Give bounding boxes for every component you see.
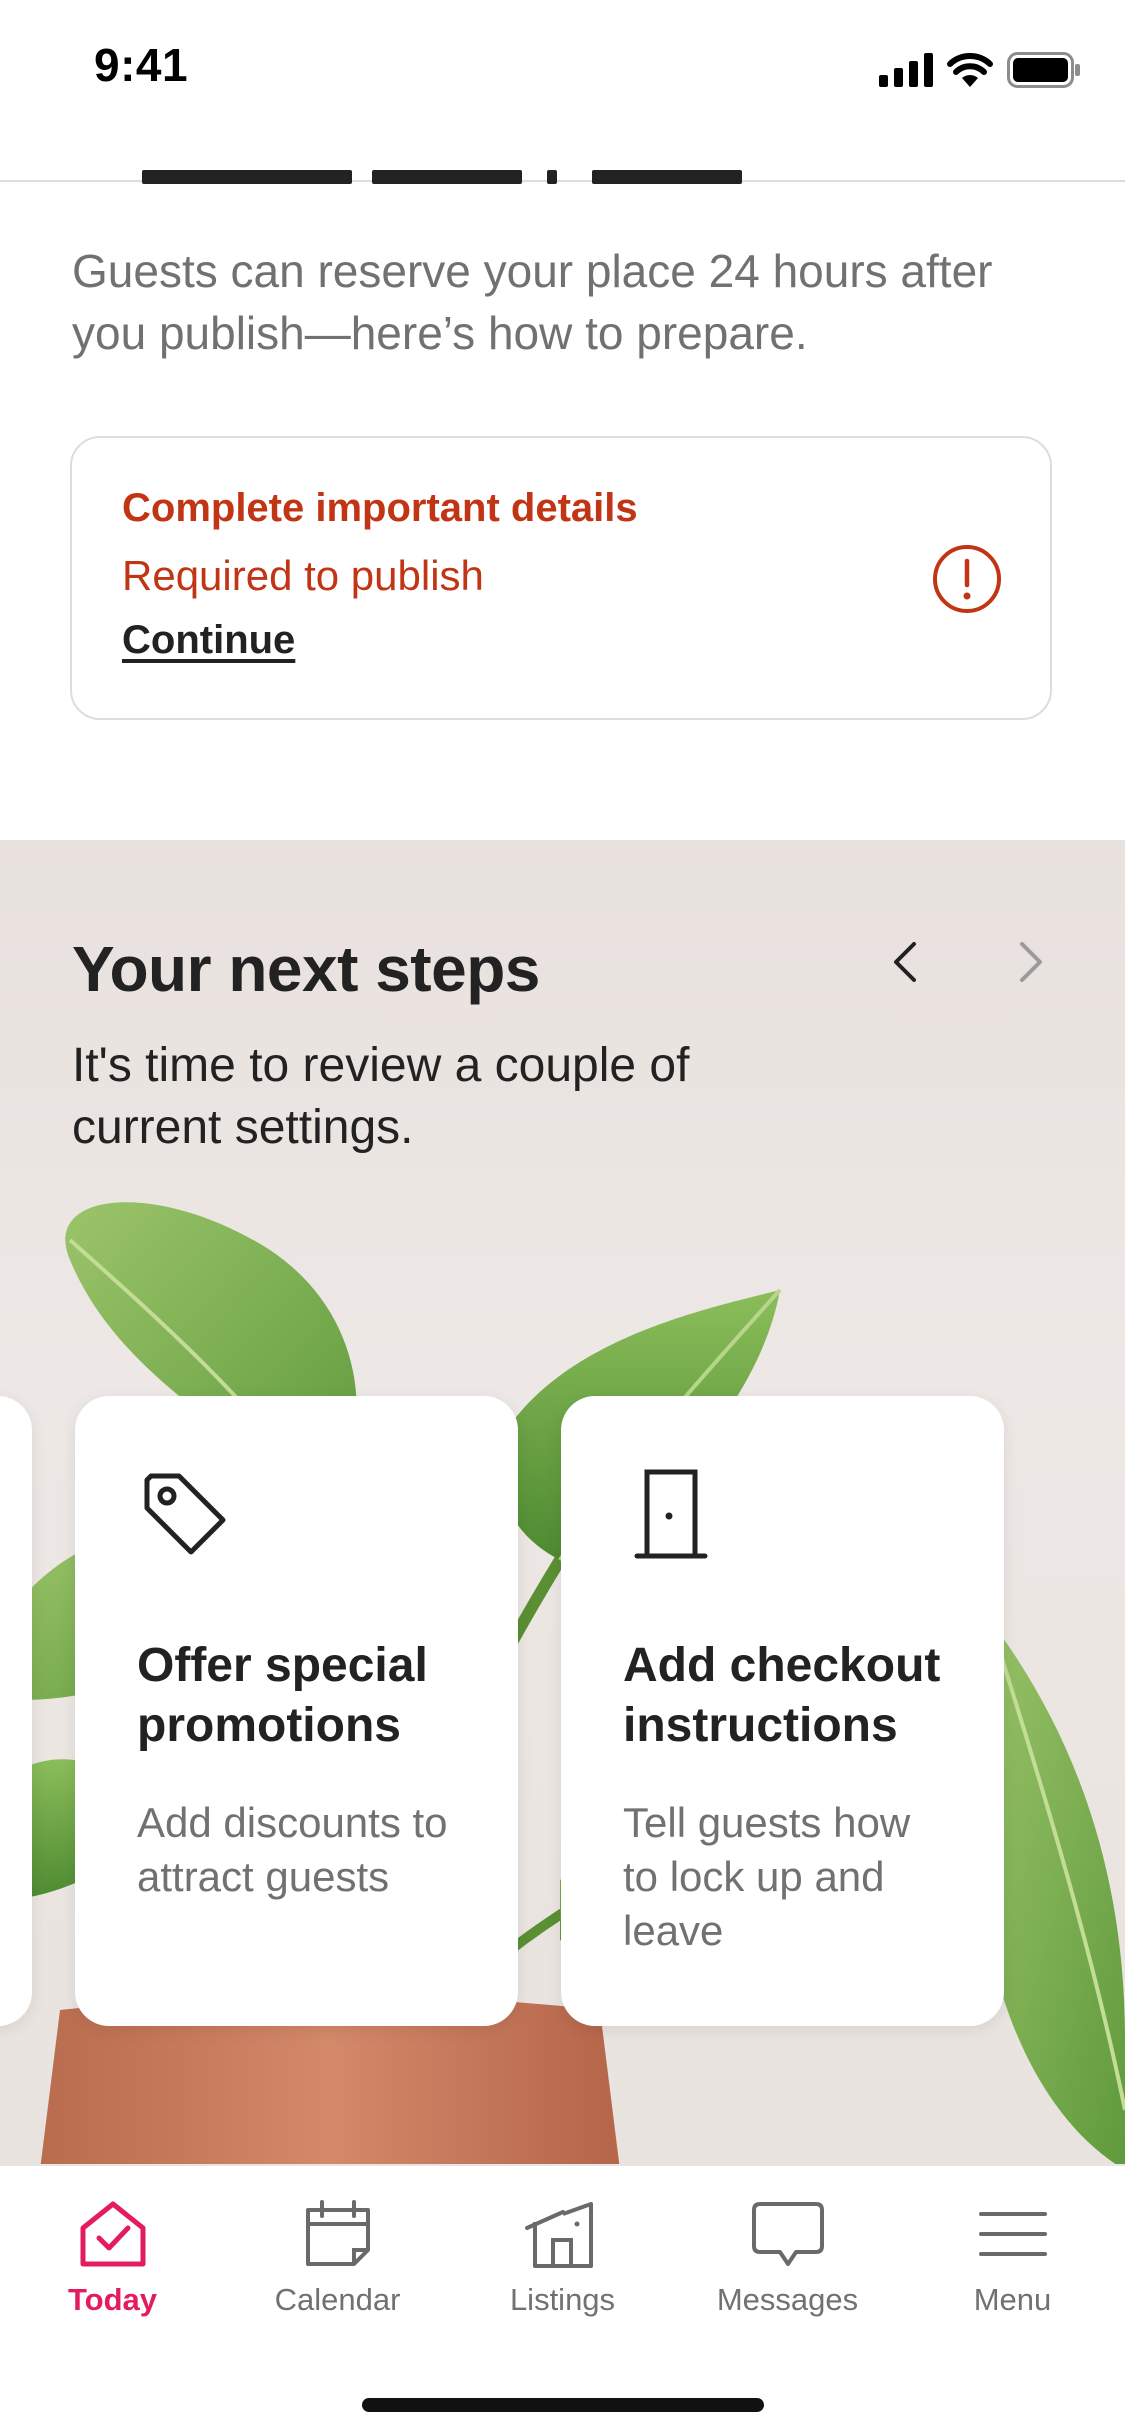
step-card-promotions[interactable]: Offer special promotions Add discounts t… — [75, 1396, 518, 2026]
clipped-heading — [72, 150, 772, 186]
chevron-left-icon[interactable] — [880, 932, 930, 992]
tab-today[interactable]: Today — [0, 2166, 225, 2336]
tab-calendar[interactable]: Calendar — [225, 2166, 450, 2336]
next-steps-section: Your next steps It's time to review a co… — [0, 840, 1125, 2165]
door-icon — [634, 1469, 708, 1559]
battery-icon — [1007, 52, 1080, 88]
previous-step-card[interactable] — [0, 1396, 32, 2026]
continue-link[interactable]: Continue — [122, 618, 295, 663]
card-title: Offer special promotions — [137, 1639, 428, 1752]
card-title: Add checkout instructions — [623, 1639, 941, 1752]
bottom-tab-bar: Today Calendar Listings Messages Menu — [0, 2164, 1125, 2436]
card-description: Add discounts to attract guests — [137, 1799, 448, 1900]
tab-menu[interactable]: Menu — [900, 2166, 1125, 2336]
tab-label: Menu — [973, 2282, 1052, 2317]
status-time: 9:41 — [94, 39, 189, 91]
tab-label: Calendar — [274, 2282, 401, 2317]
next-steps-title: Your next steps — [72, 933, 540, 1005]
next-steps-subtitle: It's time to review a couple of current … — [72, 1039, 690, 1154]
status-icons — [879, 50, 1081, 90]
complete-details-card[interactable]: Complete important details Required to p… — [70, 436, 1052, 720]
menu-icon — [978, 2212, 1047, 2256]
home-indicator — [362, 2398, 764, 2412]
tab-label: Listings — [509, 2282, 616, 2317]
calendar-icon — [305, 2200, 370, 2266]
tab-messages[interactable]: Messages — [675, 2166, 900, 2336]
alert-title: Complete important details — [122, 486, 638, 530]
tab-label: Today — [68, 2282, 157, 2317]
building-icon — [524, 2202, 593, 2268]
tab-label: Messages — [716, 2282, 859, 2317]
chevron-right-icon[interactable] — [1006, 932, 1056, 992]
intro-text: Guests can reserve your place 24 hours a… — [72, 245, 993, 359]
alert-subtitle: Required to publish — [122, 552, 484, 599]
cellular-signal-icon — [879, 53, 933, 87]
message-icon — [751, 2202, 824, 2266]
card-description: Tell guests how to lock up and leave — [623, 1799, 911, 1954]
step-card-checkout[interactable]: Add checkout instructions Tell guests ho… — [561, 1396, 1004, 2026]
tag-icon — [144, 1473, 226, 1555]
home-check-icon — [80, 2201, 145, 2267]
wifi-icon — [947, 53, 993, 87]
tab-listings[interactable]: Listings — [450, 2166, 675, 2336]
alert-circle-icon — [933, 545, 1001, 613]
